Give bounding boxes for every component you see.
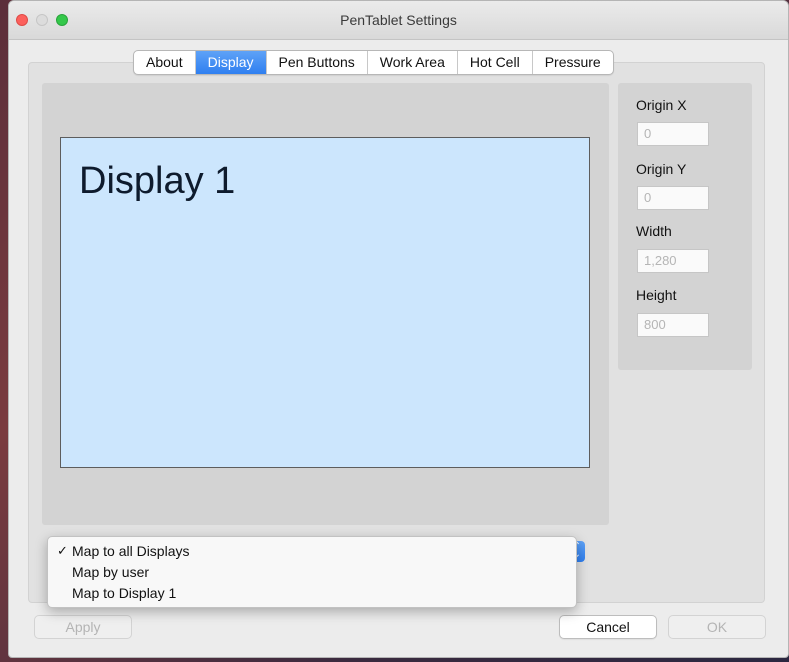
title-bar[interactable]: PenTablet Settings: [9, 1, 788, 40]
settings-window: PenTablet Settings About Display Pen But…: [8, 0, 789, 658]
tab-about[interactable]: About: [134, 51, 196, 74]
apply-button[interactable]: Apply: [34, 615, 132, 639]
ok-button[interactable]: OK: [668, 615, 766, 639]
menu-item-map-to-all-displays[interactable]: ✓ Map to all Displays: [48, 541, 576, 561]
display-label: Display 1: [79, 160, 236, 202]
origin-y-field[interactable]: 0: [637, 186, 709, 210]
mapping-dropdown-menu: ✓ Map to all Displays Map by user Map to…: [47, 536, 577, 608]
tab-display[interactable]: Display: [195, 51, 267, 74]
tab-hot-cell[interactable]: Hot Cell: [458, 51, 533, 74]
window-title: PenTablet Settings: [340, 12, 457, 28]
tab-work-area[interactable]: Work Area: [368, 51, 458, 74]
cancel-button[interactable]: Cancel: [559, 615, 657, 639]
tab-bar: About Display Pen Buttons Work Area Hot …: [133, 50, 614, 75]
tab-pen-buttons[interactable]: Pen Buttons: [267, 51, 368, 74]
checkmark-icon: ✓: [57, 543, 68, 558]
height-field[interactable]: 800: [637, 313, 709, 337]
width-label: Width: [636, 223, 672, 239]
origin-x-field[interactable]: 0: [637, 122, 709, 146]
origin-x-label: Origin X: [636, 97, 687, 113]
menu-item-map-to-display-1[interactable]: Map to Display 1: [48, 583, 576, 603]
menu-item-map-by-user[interactable]: Map by user: [48, 562, 576, 582]
width-field[interactable]: 1,280: [637, 249, 709, 273]
tab-pressure[interactable]: Pressure: [533, 51, 613, 74]
height-label: Height: [636, 287, 677, 303]
origin-y-label: Origin Y: [636, 161, 687, 177]
display-1-preview[interactable]: Display 1: [60, 137, 590, 468]
